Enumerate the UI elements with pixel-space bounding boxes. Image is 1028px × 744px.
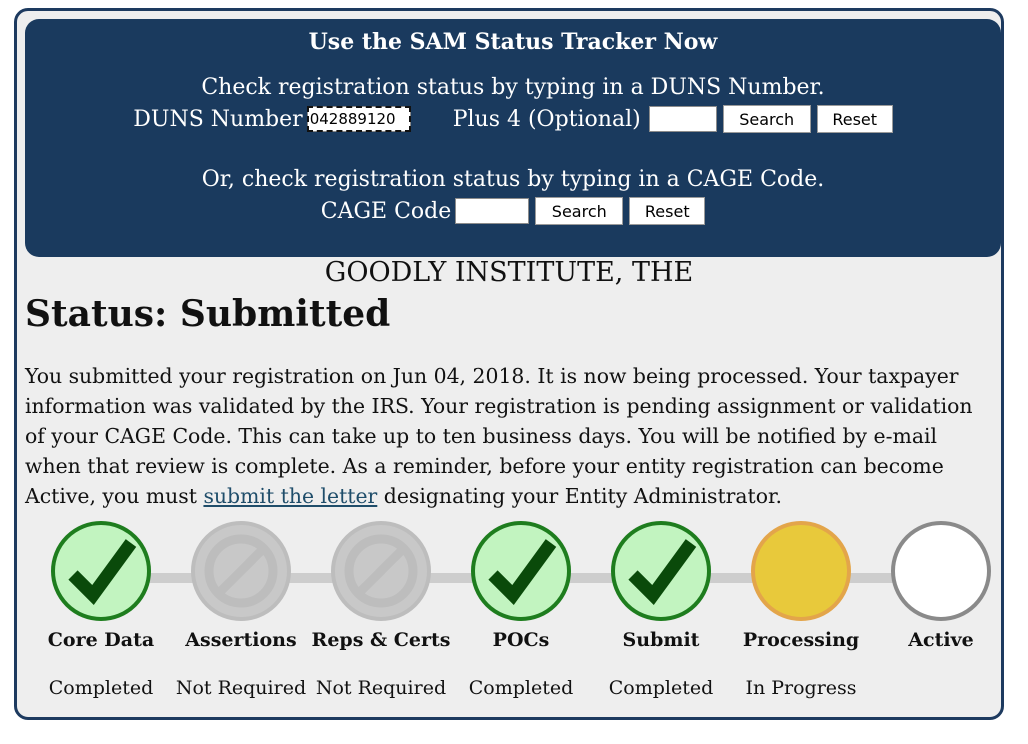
progress-steps: Core Data Completed Assertions Not Required…: [17, 517, 1001, 707]
in-progress-icon: [751, 521, 851, 621]
plus4-label: Plus 4 (Optional): [452, 106, 641, 132]
step-name: Processing: [742, 629, 860, 651]
cage-instruction: Or, check registration status by typing …: [201, 167, 825, 192]
step-name: Assertions: [185, 629, 297, 651]
tracker-title: Use the SAM Status Tracker Now: [308, 29, 718, 55]
step-status: Not Required: [175, 677, 307, 699]
step-name: Reps & Certs: [311, 629, 451, 651]
step-name: Active: [908, 629, 974, 651]
duns-label: DUNS Number: [133, 106, 303, 132]
step-status: Not Required: [315, 677, 447, 699]
step-core-data: Core Data Completed: [31, 517, 171, 699]
step-reps-certs: Reps & Certs Not Required: [311, 517, 451, 699]
checkmark-icon: [611, 521, 711, 621]
step-name: Submit: [622, 629, 700, 651]
step-processing: Processing In Progress: [731, 517, 871, 699]
duns-instruction: Check registration status by typing in a…: [201, 75, 825, 100]
submit-letter-link[interactable]: submit the letter: [203, 484, 377, 508]
checkmark-icon: [471, 521, 571, 621]
step-name: POCs: [492, 629, 550, 651]
cage-reset-button[interactable]: Reset: [629, 197, 706, 225]
checkmark-icon: [51, 521, 151, 621]
step-assertions: Assertions Not Required: [171, 517, 311, 699]
step-status: Completed: [48, 677, 154, 699]
cage-search-row: CAGE Code Search Reset: [25, 197, 1001, 225]
step-status: Completed: [608, 677, 714, 699]
duns-reset-button[interactable]: Reset: [816, 105, 893, 133]
pending-icon: [891, 521, 991, 621]
status-text-end: designating your Entity Administrator.: [377, 484, 783, 508]
step-status: In Progress: [745, 677, 857, 699]
status-heading: Status: Submitted: [25, 293, 391, 335]
step-active: Active: [871, 517, 1001, 677]
tracker-panel: Use the SAM Status Tracker Now Check reg…: [25, 19, 1001, 257]
step-submit: Submit Completed: [591, 517, 731, 699]
duns-search-button[interactable]: Search: [722, 105, 811, 133]
step-pocs: POCs Completed: [451, 517, 591, 699]
not-required-icon: [331, 521, 431, 621]
status-tracker-frame: Use the SAM Status Tracker Now Check reg…: [14, 8, 1004, 720]
plus4-input[interactable]: [648, 106, 717, 132]
status-description: You submitted your registration on Jun 0…: [25, 361, 993, 511]
cage-label: CAGE Code: [320, 198, 452, 224]
not-required-icon: [191, 521, 291, 621]
cage-search-button[interactable]: Search: [535, 197, 624, 225]
duns-search-row: DUNS Number Plus 4 (Optional) Search Res…: [25, 105, 1001, 133]
cage-input[interactable]: [455, 198, 530, 224]
step-status: Completed: [468, 677, 574, 699]
entity-name: GOODLY INSTITUTE, THE: [324, 257, 694, 288]
duns-input[interactable]: [306, 106, 411, 132]
step-name: Core Data: [47, 629, 155, 651]
